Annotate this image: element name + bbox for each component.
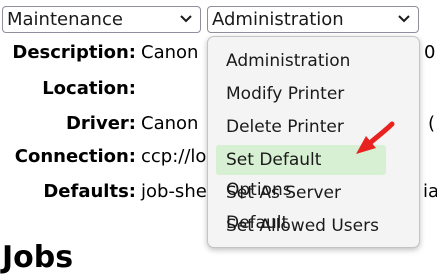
- connection-value: ccp://lo: [141, 146, 207, 167]
- defaults-trailing: ia: [423, 181, 437, 202]
- description-label: Description:: [12, 42, 136, 63]
- chevron-down-icon: [398, 15, 410, 23]
- maintenance-select-value: Maintenance: [7, 9, 123, 30]
- driver-trailing: (: [428, 113, 436, 134]
- red-arrow-annotation-icon: [356, 121, 395, 154]
- driver-value: Canon: [141, 113, 199, 134]
- arrow-shaft: [367, 121, 395, 146]
- driver-label: Driver:: [65, 113, 136, 134]
- connection-label: Connection:: [14, 146, 136, 167]
- menu-item-modify-printer[interactable]: Modify Printer: [216, 79, 394, 109]
- menu-item-set-as-server-default[interactable]: Set As Server Default: [216, 178, 394, 233]
- chevron-down-icon: [180, 15, 192, 23]
- maintenance-select[interactable]: Maintenance: [2, 6, 201, 33]
- defaults-value: job-she: [141, 181, 207, 202]
- defaults-label: Defaults:: [43, 181, 136, 202]
- location-label: Location:: [42, 78, 136, 99]
- description-trailing: 0: [424, 42, 436, 63]
- menu-item-administration[interactable]: Administration: [216, 46, 394, 76]
- description-value: Canon: [141, 42, 199, 63]
- jobs-heading: Jobs: [2, 240, 74, 275]
- administration-select-value: Administration: [212, 9, 344, 30]
- administration-select[interactable]: Administration: [207, 6, 419, 33]
- menu-item-set-allowed-users[interactable]: Set Allowed Users: [216, 211, 394, 241]
